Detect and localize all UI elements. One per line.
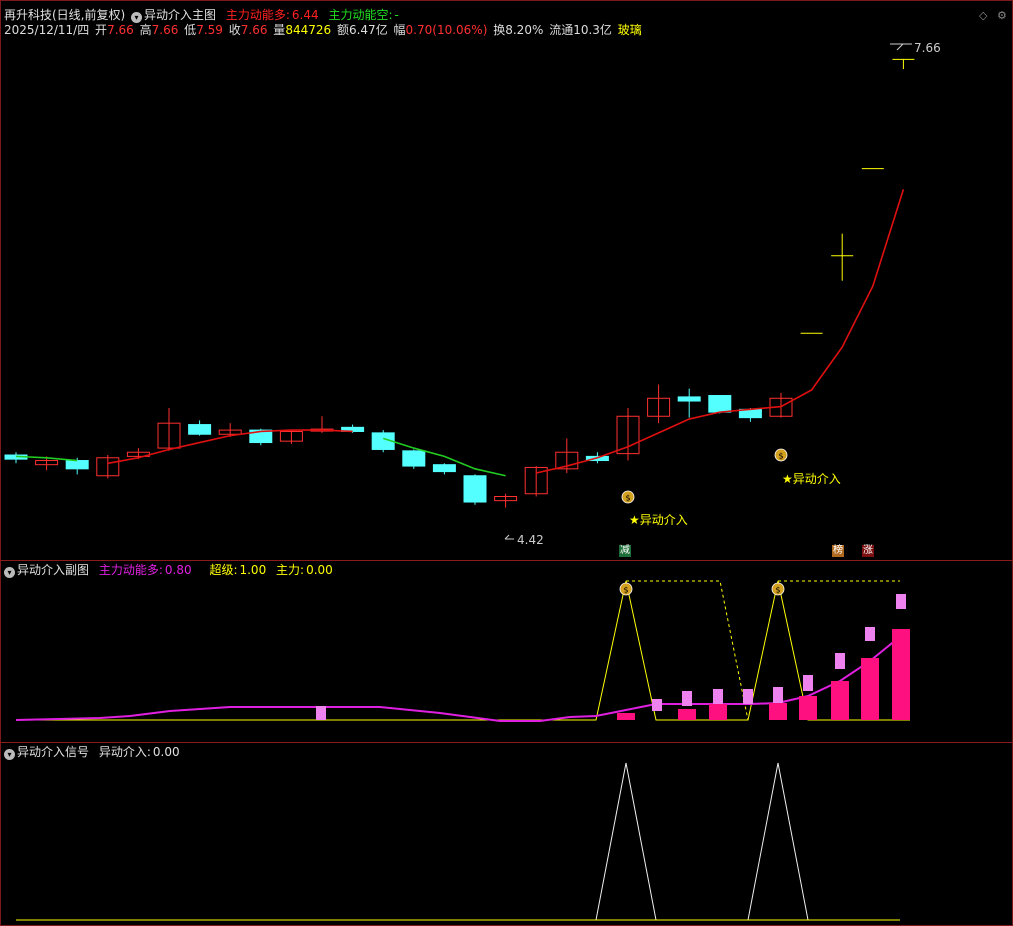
- candle-body: [463, 475, 487, 503]
- momentum-marker: [835, 653, 845, 669]
- money-bag-glyph: $: [775, 586, 780, 595]
- candle-body: [65, 460, 89, 470]
- sub-chart[interactable]: $ $: [0, 561, 1013, 741]
- min-price-pointer: [504, 534, 514, 540]
- momentum-marker: [773, 687, 783, 703]
- candle-body: [188, 424, 212, 435]
- momentum-marker: [743, 689, 753, 704]
- signal-label-2: ★异动介入: [782, 472, 841, 486]
- badge-zhang[interactable]: 涨: [862, 545, 874, 557]
- money-bag-glyph: $: [778, 452, 783, 461]
- signal-line: [16, 762, 900, 921]
- main-chart[interactable]: $$: [0, 0, 1013, 560]
- max-price-label: 7.66: [914, 41, 941, 55]
- momentum-bar: [709, 704, 727, 720]
- candle-body: [708, 395, 732, 413]
- momentum-bar: [831, 681, 849, 720]
- signal-label-1: ★异动介入: [629, 513, 688, 527]
- min-price-label: 4.42: [517, 533, 544, 547]
- candle-body: [402, 450, 426, 467]
- money-bag-glyph: $: [625, 494, 630, 503]
- momentum-bar: [892, 629, 910, 720]
- badge-bang[interactable]: 榜: [832, 545, 844, 557]
- momentum-bar: [678, 709, 696, 720]
- money-bag-glyph: $: [623, 586, 628, 595]
- candle-body: [432, 464, 456, 473]
- ma-line: [536, 189, 905, 474]
- momentum-bar: [799, 696, 817, 720]
- ma-line: [107, 429, 353, 465]
- candle-body: [677, 396, 701, 402]
- momentum-marker: [316, 706, 326, 720]
- momentum-marker: [896, 594, 906, 609]
- momentum-marker: [865, 627, 875, 641]
- badge-jian[interactable]: 减: [619, 545, 631, 557]
- momentum-marker: [682, 691, 692, 706]
- momentum-marker: [803, 675, 813, 691]
- momentum-marker: [713, 689, 723, 704]
- momentum-bar: [861, 658, 879, 720]
- momentum-marker: [652, 699, 662, 711]
- momentum-bar: [769, 703, 787, 720]
- momentum-bar: [617, 713, 635, 720]
- signal-chart[interactable]: [0, 743, 1013, 923]
- max-price-pointer: [890, 43, 912, 51]
